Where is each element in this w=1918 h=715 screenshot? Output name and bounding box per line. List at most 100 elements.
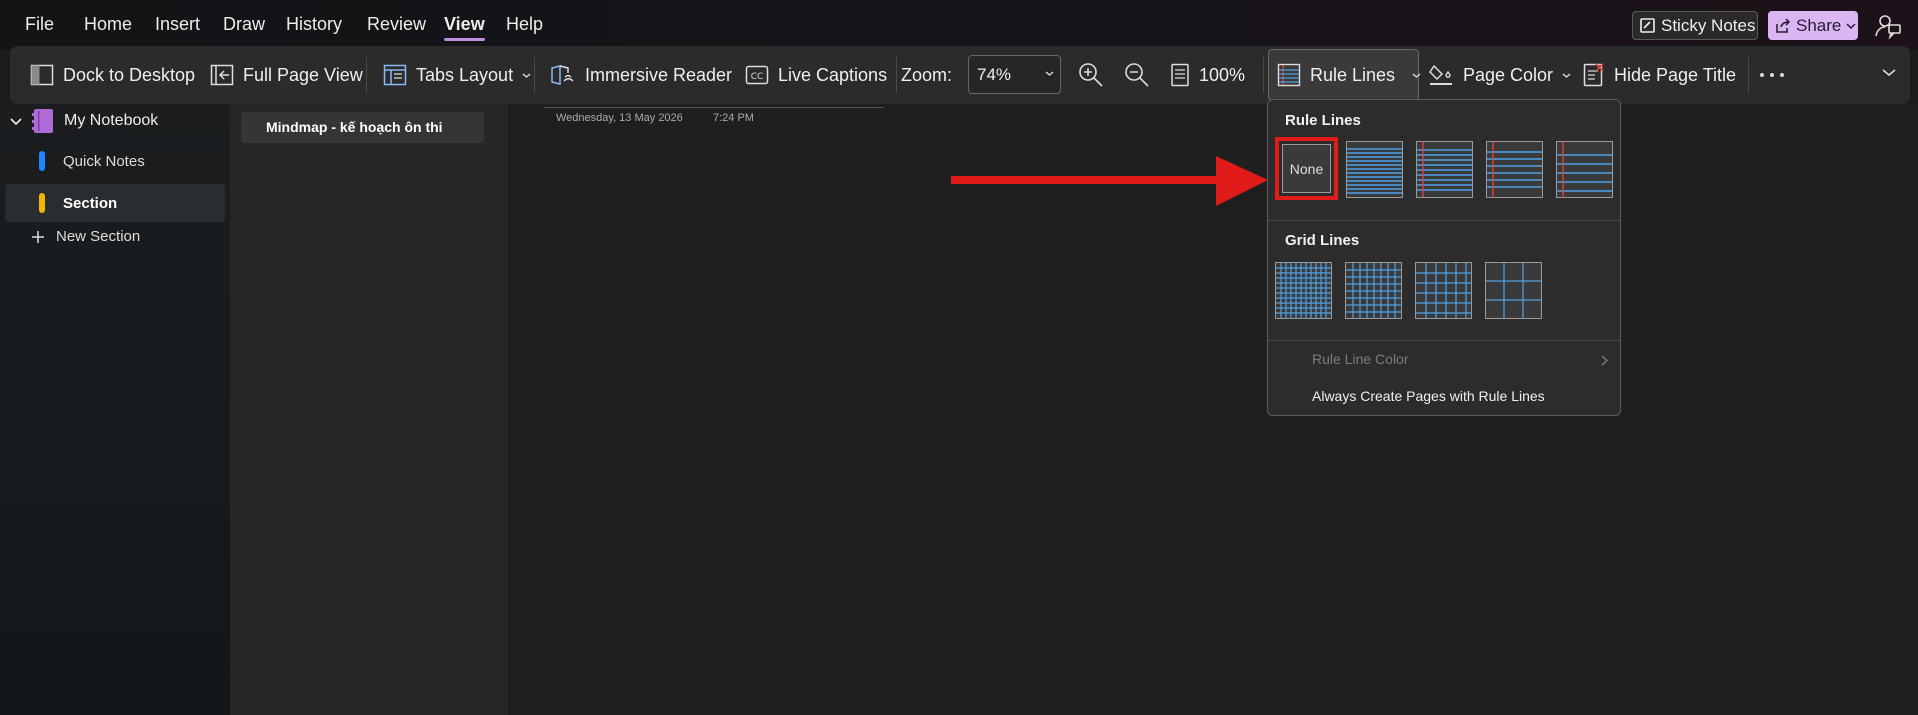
captions-icon: CC (745, 65, 769, 85)
sticky-notes-button[interactable]: Sticky Notes (1632, 11, 1758, 40)
rule-none-option[interactable]: None (1275, 137, 1338, 200)
ribbon-collapse-chevron-icon[interactable] (1882, 68, 1896, 77)
rule-lines-dropdown: Rule Lines None Grid Lines Rule Line Col… (1267, 99, 1621, 416)
menu-help[interactable]: Help (506, 14, 543, 35)
share-label: Share (1796, 15, 1842, 35)
share-button[interactable]: Share (1768, 11, 1858, 40)
tabs-layout-button[interactable]: Tabs Layout (383, 46, 531, 104)
rule-lines-icon (1277, 63, 1301, 87)
menu-bar: File Home Insert Draw History Review Vie… (0, 0, 1918, 50)
svg-text:CC: CC (751, 72, 764, 82)
notebook-icon (32, 109, 53, 133)
section-color-tab (39, 151, 45, 171)
notebook-nav: My Notebook Quick Notes Section New Sect… (0, 104, 230, 715)
grid-large-option[interactable] (1415, 262, 1472, 319)
zoom-select[interactable]: 74% (968, 55, 1061, 94)
dock-to-desktop-button[interactable]: Dock to Desktop (30, 46, 195, 104)
zoom-out-button[interactable] (1124, 46, 1150, 104)
menu-view[interactable]: View (444, 14, 485, 41)
dropdown-divider (1268, 340, 1620, 341)
hide-page-title-button[interactable]: Hide Page Title (1583, 46, 1736, 104)
new-section-button[interactable]: New Section (32, 228, 140, 245)
section-color-tab (39, 193, 45, 213)
more-icon (1760, 73, 1784, 77)
grid-small-option[interactable] (1275, 262, 1332, 319)
live-captions-button[interactable]: CC Live Captions (745, 46, 887, 104)
chevron-down-icon[interactable] (1412, 72, 1421, 79)
always-create-label: Always Create Pages with Rule Lines (1312, 388, 1545, 404)
dropdown-divider (1268, 220, 1620, 221)
rule-line-color-item: Rule Line Color (1312, 351, 1409, 367)
hide-title-label: Hide Page Title (1614, 64, 1737, 85)
menu-file[interactable]: File (25, 14, 54, 35)
page-item[interactable]: Mindmap - kế hoạch ôn thi (241, 112, 484, 143)
zoom-100-button[interactable]: 100% (1170, 46, 1245, 104)
page-color-icon (1429, 64, 1452, 85)
notebook-item[interactable]: My Notebook (10, 108, 158, 134)
full-page-view-button[interactable]: Full Page View (210, 46, 363, 104)
grid-medium-option[interactable] (1345, 262, 1402, 319)
new-section-label: New Section (56, 228, 141, 245)
menu-review[interactable]: Review (367, 14, 426, 35)
menu-insert[interactable]: Insert (155, 14, 200, 35)
menu-home[interactable]: Home (84, 14, 132, 35)
chevron-down-icon (1846, 22, 1856, 29)
immersive-reader-label: Immersive Reader (585, 64, 733, 85)
hide-title-icon (1583, 63, 1604, 87)
chevron-down-icon (1562, 72, 1571, 78)
feedback-icon[interactable] (1874, 12, 1902, 40)
zoom-in-icon (1079, 63, 1103, 87)
page-icon (1171, 63, 1189, 87)
chevron-down-icon (1045, 71, 1054, 76)
ribbon-separator (534, 57, 535, 93)
grid-lines-heading: Grid Lines (1285, 232, 1360, 249)
grid-very-large-option[interactable] (1485, 262, 1542, 319)
live-captions-label: Live Captions (778, 64, 888, 85)
always-create-rule-lines-item[interactable]: Always Create Pages with Rule Lines (1312, 388, 1545, 404)
rule-college-option[interactable] (1416, 141, 1473, 198)
share-icon (1776, 17, 1791, 33)
zoom-value: 74% (977, 65, 1012, 84)
section-quick-notes[interactable]: Quick Notes (5, 142, 225, 180)
rule-wide-option[interactable] (1556, 141, 1613, 198)
sticky-notes-label: Sticky Notes (1661, 15, 1756, 35)
page-date: Wednesday, 13 May 2026 (556, 112, 683, 124)
ribbon-separator (1263, 57, 1264, 93)
plus-icon (32, 230, 44, 243)
zoom-out-icon (1125, 63, 1149, 87)
rule-standard-option[interactable] (1486, 141, 1543, 198)
page-color-label: Page Color (1463, 64, 1554, 85)
menu-draw[interactable]: Draw (223, 14, 265, 35)
chevron-down-icon (522, 72, 531, 78)
rule-none-label: None (1282, 144, 1331, 193)
more-options-button[interactable] (1759, 46, 1785, 104)
section-label: Quick Notes (63, 152, 145, 170)
page-time: 7:24 PM (713, 112, 754, 124)
menu-history[interactable]: History (286, 14, 342, 35)
page-color-button[interactable]: Page Color (1428, 46, 1571, 104)
ribbon-separator (366, 57, 367, 93)
chevron-right-icon (1601, 355, 1608, 366)
chevron-down-icon[interactable] (10, 117, 22, 126)
rule-lines-heading: Rule Lines (1285, 112, 1361, 129)
immersive-reader-button[interactable]: Immersive Reader (550, 46, 732, 104)
notebook-name: My Notebook (64, 112, 159, 129)
page-list: Mindmap - kế hoạch ôn thi (230, 104, 508, 715)
rule-narrow-option[interactable] (1346, 141, 1403, 198)
view-ribbon: Dock to Desktop Full Page View Tabs Layo… (10, 46, 1910, 104)
rule-lines-label: Rule Lines (1310, 64, 1396, 85)
zoom-in-button[interactable] (1078, 46, 1104, 104)
rule-line-color-label: Rule Line Color (1312, 351, 1409, 367)
page-title-underline (544, 107, 884, 108)
rule-lines-button-content[interactable]: Rule Lines (1277, 46, 1421, 104)
full-page-label: Full Page View (243, 64, 363, 85)
section-section[interactable]: Section (5, 184, 225, 222)
immersive-reader-icon (551, 65, 574, 85)
tabs-layout-label: Tabs Layout (416, 64, 514, 85)
ribbon-separator (896, 57, 897, 93)
tabs-layout-icon (383, 64, 407, 86)
ribbon-separator (1748, 57, 1749, 93)
zoom-100-label: 100% (1199, 64, 1246, 85)
zoom-label-text: Zoom: (901, 64, 953, 85)
sticky-note-icon (1640, 18, 1655, 33)
